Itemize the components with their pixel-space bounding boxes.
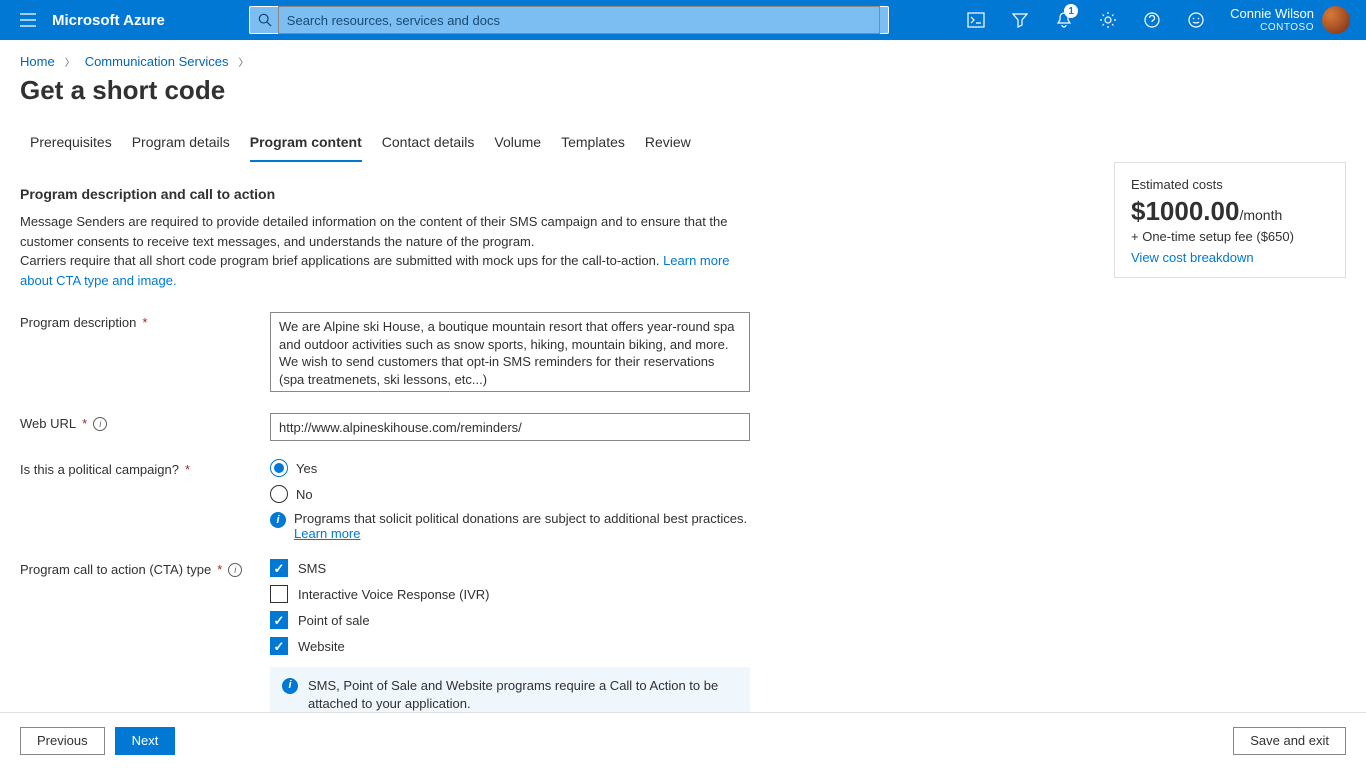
info-icon: i (282, 678, 298, 694)
cta-pos-checkbox[interactable]: Point of sale (270, 611, 760, 629)
checkbox-icon (270, 559, 288, 577)
save-and-exit-button[interactable]: Save and exit (1233, 727, 1346, 755)
cta-info-text: SMS, Point of Sale and Website programs … (308, 677, 738, 713)
page-title: Get a short code (0, 69, 1366, 124)
info-icon: i (270, 512, 286, 528)
radio-label: No (296, 487, 313, 502)
program-description-input[interactable] (270, 312, 750, 392)
radio-icon (270, 459, 288, 477)
tab-program-content[interactable]: Program content (250, 124, 362, 162)
info-icon[interactable]: i (228, 563, 242, 577)
tab-contact-details[interactable]: Contact details (382, 124, 475, 162)
breadcrumb-home[interactable]: Home (20, 54, 55, 69)
hamburger-menu-button[interactable] (8, 0, 48, 40)
settings-button[interactable] (1086, 0, 1130, 40)
checkbox-label: Website (298, 639, 345, 654)
feedback-icon (1188, 12, 1204, 28)
info-icon[interactable]: i (93, 417, 107, 431)
cloud-shell-icon (967, 12, 985, 28)
radio-label: Yes (296, 461, 317, 476)
gear-icon (1099, 11, 1117, 29)
desc-label: Program description (20, 315, 136, 330)
political-info: i Programs that solicit political donati… (270, 511, 760, 541)
tab-prerequisites[interactable]: Prerequisites (30, 124, 112, 162)
account-name: Connie Wilson (1230, 7, 1314, 21)
checkbox-icon (270, 611, 288, 629)
cta-sms-checkbox[interactable]: SMS (270, 559, 760, 577)
tab-review[interactable]: Review (645, 124, 691, 162)
directory-filter-button[interactable] (998, 0, 1042, 40)
brand-label: Microsoft Azure (52, 12, 165, 29)
breadcrumb-comm-services[interactable]: Communication Services (85, 54, 229, 69)
chevron-right-icon: 〉 (65, 54, 75, 69)
view-cost-breakdown-link[interactable]: View cost breakdown (1131, 250, 1254, 265)
account-tenant: CONTOSO (1230, 22, 1314, 33)
avatar (1322, 6, 1350, 34)
tab-volume[interactable]: Volume (494, 124, 541, 162)
cta-ivr-checkbox[interactable]: Interactive Voice Response (IVR) (270, 585, 760, 603)
radio-icon (270, 485, 288, 503)
political-no-radio[interactable]: No (270, 485, 760, 503)
feedback-button[interactable] (1174, 0, 1218, 40)
estimated-costs-card: Estimated costs $1000.00/month + One-tim… (1114, 162, 1346, 278)
checkbox-label: Interactive Voice Response (IVR) (298, 587, 489, 602)
tab-program-details[interactable]: Program details (132, 124, 230, 162)
tab-strip: Prerequisites Program details Program co… (0, 124, 1366, 162)
checkbox-label: SMS (298, 561, 326, 576)
filter-icon (1011, 12, 1029, 28)
cta-website-checkbox[interactable]: Website (270, 637, 760, 655)
checkbox-icon (270, 585, 288, 603)
breadcrumb: Home 〉 Communication Services 〉 (0, 40, 1366, 69)
search-input[interactable] (278, 6, 880, 34)
tab-templates[interactable]: Templates (561, 124, 625, 162)
checkbox-label: Point of sale (298, 613, 370, 628)
next-button[interactable]: Next (115, 727, 176, 755)
cloud-shell-button[interactable] (954, 0, 998, 40)
help-icon (1144, 12, 1160, 28)
header-icon-group: 1 (954, 0, 1218, 40)
cta-label: Program call to action (CTA) type (20, 562, 211, 577)
previous-button[interactable]: Previous (20, 727, 105, 755)
chevron-right-icon: 〉 (238, 54, 248, 69)
political-label: Is this a political campaign? (20, 462, 179, 477)
web-url-input[interactable] (270, 413, 750, 441)
global-search[interactable] (249, 6, 889, 34)
political-yes-radio[interactable]: Yes (270, 459, 760, 477)
azure-header: Microsoft Azure 1 Connie Wilson C (0, 0, 1366, 40)
section-intro: Message Senders are required to provide … (20, 212, 760, 290)
cost-label: Estimated costs (1131, 177, 1329, 192)
checkbox-icon (270, 637, 288, 655)
cost-setup-fee: + One-time setup fee ($650) (1131, 229, 1329, 244)
wizard-footer: Previous Next Save and exit (0, 712, 1366, 768)
cost-amount: $1000.00/month (1131, 196, 1329, 227)
notification-badge: 1 (1064, 4, 1078, 18)
notifications-button[interactable]: 1 (1042, 0, 1086, 40)
url-label: Web URL (20, 416, 76, 431)
political-learn-more-link[interactable]: Learn more (294, 526, 360, 541)
search-icon (258, 13, 272, 27)
account-menu[interactable]: Connie Wilson CONTOSO (1218, 6, 1358, 34)
help-button[interactable] (1130, 0, 1174, 40)
